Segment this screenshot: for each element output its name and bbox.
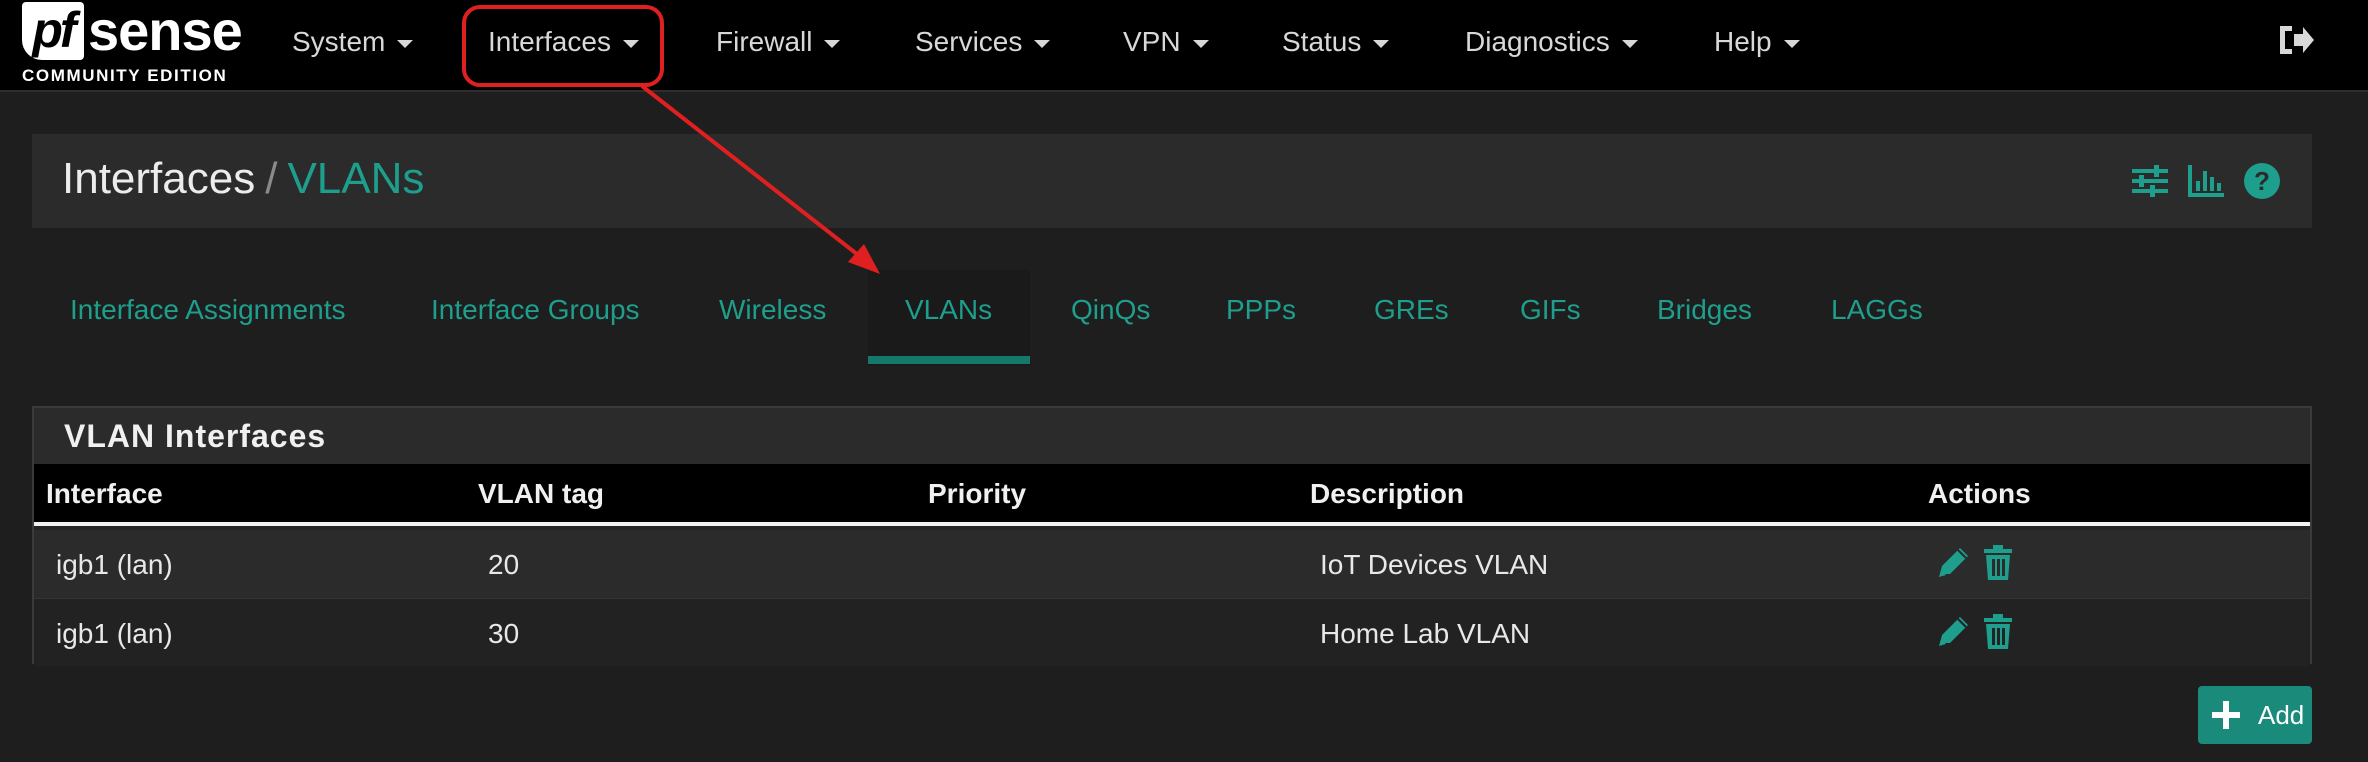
edit-pencil-icon[interactable]	[1936, 544, 1972, 582]
nav-status-label: Status	[1282, 26, 1362, 57]
tab-qinqs[interactable]: QinQs	[1071, 294, 1150, 340]
column-header-vlan-tag: VLAN tag	[478, 478, 604, 509]
chevron-down-icon	[1192, 39, 1209, 48]
tab-wireless[interactable]: Wireless	[719, 294, 826, 340]
page-heading-panel: Interfaces / VLANs ?	[32, 134, 2312, 228]
logo-sense-text: sense	[88, 0, 243, 62]
cell-description: Home Lab VLAN	[1320, 618, 1531, 649]
nav-system-label: System	[292, 26, 386, 57]
breadcrumb-current[interactable]: VLANs	[287, 154, 424, 203]
tab-active-indicator	[868, 356, 1030, 364]
chevron-down-icon	[1621, 39, 1638, 48]
cell-interface: igb1 (lan)	[56, 549, 173, 580]
delete-trash-icon[interactable]	[1980, 613, 2016, 651]
cell-description: IoT Devices VLAN	[1320, 549, 1549, 580]
add-button[interactable]: Add	[2198, 686, 2312, 744]
top-navbar: pf sense COMMUNITY EDITION System Interf…	[0, 0, 2368, 92]
pfsense-logo[interactable]: pf sense COMMUNITY EDITION	[20, 0, 243, 88]
tab-gres[interactable]: GREs	[1374, 294, 1449, 340]
logo-edition-text: COMMUNITY EDITION	[22, 66, 228, 85]
chevron-down-icon	[1783, 39, 1800, 48]
chevron-down-icon	[1373, 39, 1390, 48]
table-row: igb1 (lan) 20 IoT Devices VLAN	[34, 530, 2310, 598]
nav-system[interactable]: System	[292, 22, 414, 62]
cell-interface: igb1 (lan)	[56, 618, 173, 649]
column-header-actions: Actions	[1928, 478, 2031, 509]
nav-firewall[interactable]: Firewall	[716, 22, 841, 62]
chevron-down-icon	[1034, 39, 1051, 48]
tab-laggs[interactable]: LAGGs	[1831, 294, 1923, 340]
nav-firewall-label: Firewall	[716, 26, 813, 57]
annotation-highlight-box	[462, 5, 664, 87]
bar-chart-icon[interactable]	[2186, 161, 2226, 201]
add-button-label: Add	[2258, 700, 2305, 730]
logo-pf-mark: pf	[22, 2, 84, 60]
cell-vlan-tag: 30	[488, 618, 520, 649]
tab-vlans[interactable]: VLANs	[905, 294, 992, 340]
column-header-interface: Interface	[46, 478, 163, 509]
logout-icon[interactable]	[2276, 22, 2316, 58]
delete-trash-icon[interactable]	[1980, 544, 2016, 582]
breadcrumb-parent[interactable]: Interfaces	[62, 154, 255, 203]
column-header-priority: Priority	[928, 478, 1027, 509]
chevron-down-icon	[824, 39, 841, 48]
tab-interface-groups[interactable]: Interface Groups	[431, 294, 640, 340]
table-header: Interface VLAN tag Priority Description …	[34, 464, 2310, 526]
edit-pencil-icon[interactable]	[1936, 613, 1972, 651]
panel-title: VLAN Interfaces	[34, 408, 2310, 464]
chevron-down-icon	[397, 39, 414, 48]
tab-interface-assignments[interactable]: Interface Assignments	[70, 294, 345, 340]
nav-vpn[interactable]: VPN	[1123, 22, 1209, 62]
svg-text:?: ?	[2254, 166, 2270, 196]
plus-icon	[2210, 699, 2242, 731]
nav-services[interactable]: Services	[915, 22, 1051, 62]
tab-bridges[interactable]: Bridges	[1657, 294, 1752, 340]
breadcrumb: Interfaces / VLANs	[62, 154, 424, 204]
nav-vpn-label: VPN	[1123, 26, 1181, 57]
tab-ppps[interactable]: PPPs	[1226, 294, 1296, 340]
breadcrumb-separator: /	[265, 154, 278, 203]
nav-help-label: Help	[1714, 26, 1772, 57]
nav-services-label: Services	[915, 26, 1023, 57]
cell-vlan-tag: 20	[488, 549, 520, 580]
sliders-icon[interactable]	[2130, 161, 2170, 201]
help-icon[interactable]: ?	[2242, 161, 2282, 201]
tab-gifs[interactable]: GIFs	[1520, 294, 1581, 340]
vlan-interfaces-panel: VLAN Interfaces Interface VLAN tag Prior…	[32, 406, 2312, 666]
nav-diagnostics[interactable]: Diagnostics	[1465, 22, 1638, 62]
table-row: igb1 (lan) 30 Home Lab VLAN	[34, 598, 2310, 666]
nav-help[interactable]: Help	[1714, 22, 1800, 62]
nav-status[interactable]: Status	[1282, 22, 1390, 62]
column-header-description: Description	[1310, 478, 1465, 509]
nav-diagnostics-label: Diagnostics	[1465, 26, 1610, 57]
